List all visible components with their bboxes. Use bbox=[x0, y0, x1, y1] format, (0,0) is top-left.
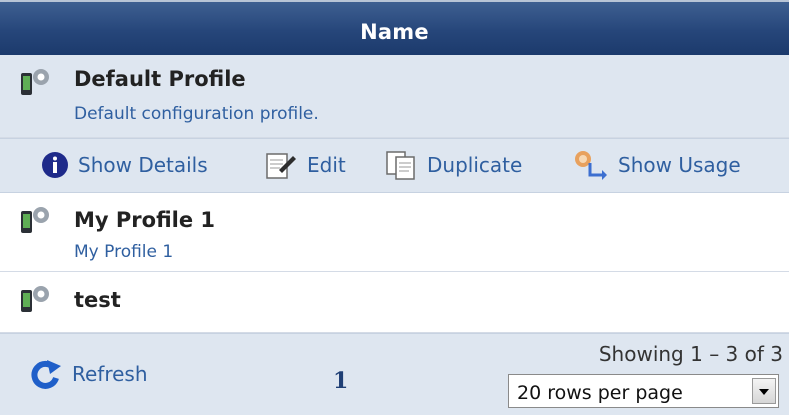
edit-label: Edit bbox=[307, 153, 346, 177]
profile-gear-icon bbox=[21, 207, 49, 233]
table-row[interactable]: test bbox=[0, 272, 789, 333]
row-actions-bar: Show Details Edit Duplicate Show Usage bbox=[0, 138, 789, 193]
pagination-summary: Showing 1 – 3 of 3 bbox=[598, 342, 783, 366]
row-title[interactable]: My Profile 1 bbox=[74, 208, 215, 232]
rows-per-page-value: 20 rows per page bbox=[517, 382, 683, 404]
refresh-icon bbox=[31, 360, 61, 389]
duplicate-label: Duplicate bbox=[427, 153, 523, 177]
column-header-name[interactable]: Name bbox=[0, 20, 789, 44]
duplicate-button[interactable]: Duplicate bbox=[385, 149, 522, 181]
current-page-number[interactable]: 1 bbox=[333, 368, 348, 394]
profile-gear-icon bbox=[21, 69, 49, 95]
profile-gear-icon bbox=[21, 286, 49, 312]
show-usage-icon bbox=[575, 151, 607, 180]
info-icon bbox=[42, 152, 68, 178]
show-usage-button[interactable]: Show Usage bbox=[572, 149, 741, 181]
refresh-button[interactable]: Refresh bbox=[28, 358, 148, 390]
table-header[interactable]: Name bbox=[0, 0, 789, 55]
edit-button[interactable]: Edit bbox=[265, 149, 346, 181]
duplicate-icon bbox=[386, 151, 415, 180]
row-description: My Profile 1 bbox=[74, 242, 174, 262]
show-details-button[interactable]: Show Details bbox=[40, 149, 208, 181]
row-title[interactable]: test bbox=[74, 288, 121, 312]
table-footer: Refresh 1 Showing 1 – 3 of 3 20 rows per… bbox=[0, 333, 789, 415]
show-details-label: Show Details bbox=[78, 153, 208, 177]
edit-icon bbox=[266, 153, 296, 179]
show-usage-label: Show Usage bbox=[618, 153, 741, 177]
refresh-label: Refresh bbox=[72, 362, 148, 386]
profiles-table: Name Default Profile Default configurati… bbox=[0, 0, 789, 415]
row-description: Default configuration profile. bbox=[74, 104, 319, 124]
rows-per-page-select[interactable]: 20 rows per page bbox=[508, 374, 779, 408]
table-row[interactable]: Default Profile Default configuration pr… bbox=[0, 55, 789, 138]
row-title[interactable]: Default Profile bbox=[74, 67, 246, 91]
table-row[interactable]: My Profile 1 My Profile 1 bbox=[0, 193, 789, 272]
chevron-down-icon[interactable] bbox=[752, 378, 776, 404]
